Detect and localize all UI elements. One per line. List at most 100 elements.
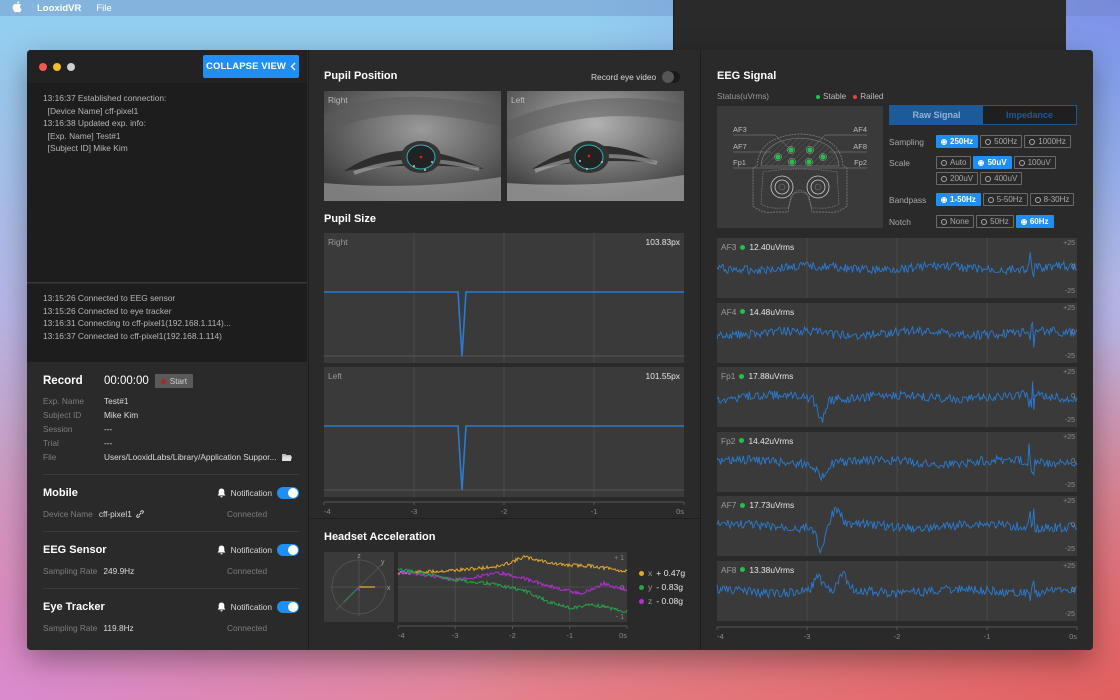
stable-dot <box>816 94 820 99</box>
scale-option-100uv[interactable]: 100uV <box>1013 156 1056 169</box>
legend-z: z- 0.08g <box>639 594 685 608</box>
fp2-label: Fp2 <box>854 158 867 167</box>
channel-label: AF3 12.40uVrms <box>721 242 794 252</box>
sampling-label: Sampling <box>889 136 924 147</box>
tab-raw-signal[interactable]: Raw Signal <box>890 106 983 124</box>
start-label: Start <box>169 376 188 386</box>
scale-label: -25 <box>1064 288 1075 295</box>
notch-option-60hz[interactable]: 60Hz <box>1015 215 1054 228</box>
y-axis-label: y <box>381 559 385 566</box>
right-pupil-label: Right <box>328 237 348 247</box>
left-pupil-value: 101.55px <box>645 371 680 381</box>
folder-icon[interactable] <box>281 453 292 461</box>
link-icon[interactable] <box>136 510 144 518</box>
scale-option-auto[interactable]: Auto <box>936 156 972 169</box>
electrode-af8 <box>819 153 827 161</box>
y-color-dot <box>639 584 644 590</box>
record-eye-video-label: Record eye video <box>591 72 657 82</box>
field-value: Test#1 <box>104 396 129 406</box>
bandpass-option-5-50hz[interactable]: 5-50Hz <box>982 193 1028 206</box>
device-name-title: Eye Tracker <box>43 601 105 613</box>
acceleration-chart: + 10- 1 <box>397 552 628 622</box>
bandpass-options: Bandpass 1-50Hz 5-50Hz 8-30Hz <box>889 193 1086 206</box>
channel-label: Fp2 14.42uVrms <box>721 436 793 446</box>
minimize-window-button[interactable] <box>53 63 61 71</box>
scale-label: 0 <box>1071 522 1075 529</box>
channel-label: AF7 17.73uVrms <box>721 500 794 510</box>
field-key: Exp. Name <box>43 396 85 406</box>
axis-tick-label: 0s <box>619 631 627 640</box>
field-key: Trial <box>43 438 59 448</box>
scale-label: -25 <box>1064 352 1075 360</box>
pupil-size-title: Pupil Size <box>324 213 376 225</box>
start-record-button[interactable]: Start <box>154 374 194 388</box>
notch-option-50hz[interactable]: 50Hz <box>976 215 1014 228</box>
eye-tracker-notification-toggle[interactable] <box>277 601 299 613</box>
record-eye-video-toggle[interactable] <box>662 71 681 83</box>
connection-status: Connected <box>227 509 268 519</box>
bell-icon <box>217 545 226 555</box>
status-legend: Stable Railed <box>816 92 883 101</box>
mobile-notification-toggle[interactable] <box>277 487 299 499</box>
file-menu[interactable]: File <box>96 3 111 14</box>
subject-id-row: Subject ID Mike Kim <box>43 408 301 422</box>
scale-option-50uv[interactable]: 50uV <box>973 156 1012 169</box>
collapse-view-button[interactable]: COLLAPSE VIEW <box>203 55 299 78</box>
eeg-channel-af3: AF3 12.40uVrms +25 0 -25 <box>716 238 1078 298</box>
scale-label: +25 <box>1063 433 1075 441</box>
axis-tick-label: -1 <box>566 631 573 640</box>
eye-tracker-section: Eye Tracker Notification Sampling Rate 11… <box>43 588 299 645</box>
headset-electrode-map: AF3 AF4 AF7 AF8 Fp1 Fp2 <box>717 106 883 228</box>
legend-y: y- 0.83g <box>639 580 685 594</box>
left-pupil-size-chart: Left 101.55px <box>324 367 684 497</box>
stable-status-dot <box>740 567 746 572</box>
pupil-size-time-axis: -4 -3 -2 -1 0s <box>323 501 685 516</box>
channel-label: Fp1 17.88uVrms <box>721 371 793 381</box>
scale-label: -25 <box>1064 417 1075 424</box>
left-eye-image <box>507 91 684 201</box>
scale-label: +25 <box>1063 498 1075 505</box>
bandpass-option-8-30hz[interactable]: 8-30Hz <box>1029 193 1075 206</box>
electrode-fp2 <box>805 158 813 166</box>
bandpass-option-1-50hz[interactable]: 1-50Hz <box>936 193 981 206</box>
scale-label: +25 <box>1063 369 1075 376</box>
scale-label: Scale <box>889 158 910 168</box>
apple-icon[interactable] <box>12 1 23 15</box>
notch-option-none[interactable]: None <box>936 215 975 228</box>
left-pupil-label: Left <box>328 371 342 381</box>
sampling-option-250hz[interactable]: 250Hz <box>936 135 979 148</box>
scale-option-200uv[interactable]: 200uV <box>936 172 979 185</box>
scale-label: 0 <box>1071 264 1075 271</box>
bandpass-label: Bandpass <box>889 194 927 205</box>
scale-option-400uv[interactable]: 400uV <box>980 172 1023 185</box>
channel-label: AF4 14.48uVrms <box>721 307 794 317</box>
legend-axis: y <box>648 582 653 592</box>
channel-name: Fp2 <box>721 435 736 446</box>
status-label: Status(uVrms) <box>717 92 770 101</box>
axis-tick-label: -3 <box>804 632 811 641</box>
notification-label: Notification <box>230 545 272 555</box>
app-menu[interactable]: LooxidVR <box>37 3 81 14</box>
acceleration-plot: + 10- 1 <box>397 552 628 622</box>
stable-status-dot <box>740 309 746 314</box>
close-window-button[interactable] <box>39 63 47 71</box>
channel-label: AF8 13.38uVrms <box>721 565 794 575</box>
legend-axis: x <box>648 568 653 578</box>
stable-status-dot <box>739 438 745 443</box>
log-line: [Exp. Name] Test#1 <box>43 130 121 141</box>
sampling-option-1000hz[interactable]: 1000Hz <box>1024 135 1071 148</box>
right-pupil-value: 103.83px <box>645 237 680 247</box>
device-name-title: Mobile <box>43 487 78 499</box>
zoom-window-button[interactable] <box>67 63 75 71</box>
title-bar: COLLAPSE VIEW <box>27 50 307 83</box>
log-panel-bottom: 13:15:26 Connected to EEG sensor 13:15:2… <box>27 284 307 362</box>
eeg-notification-toggle[interactable] <box>277 544 299 556</box>
channel-rms: 14.48uVrms <box>749 306 795 317</box>
eeg-panel: EEG Signal Status(uVrms) Stable Railed A… <box>700 50 1093 650</box>
record-eye-video: Record eye video <box>591 71 681 83</box>
tab-impedance[interactable]: Impedance <box>983 106 1076 124</box>
pupil-position-title: Pupil Position <box>324 70 398 82</box>
connection-status: Connected <box>227 566 268 576</box>
record-dot-icon <box>160 378 166 384</box>
sampling-option-500hz[interactable]: 500Hz <box>980 135 1023 148</box>
